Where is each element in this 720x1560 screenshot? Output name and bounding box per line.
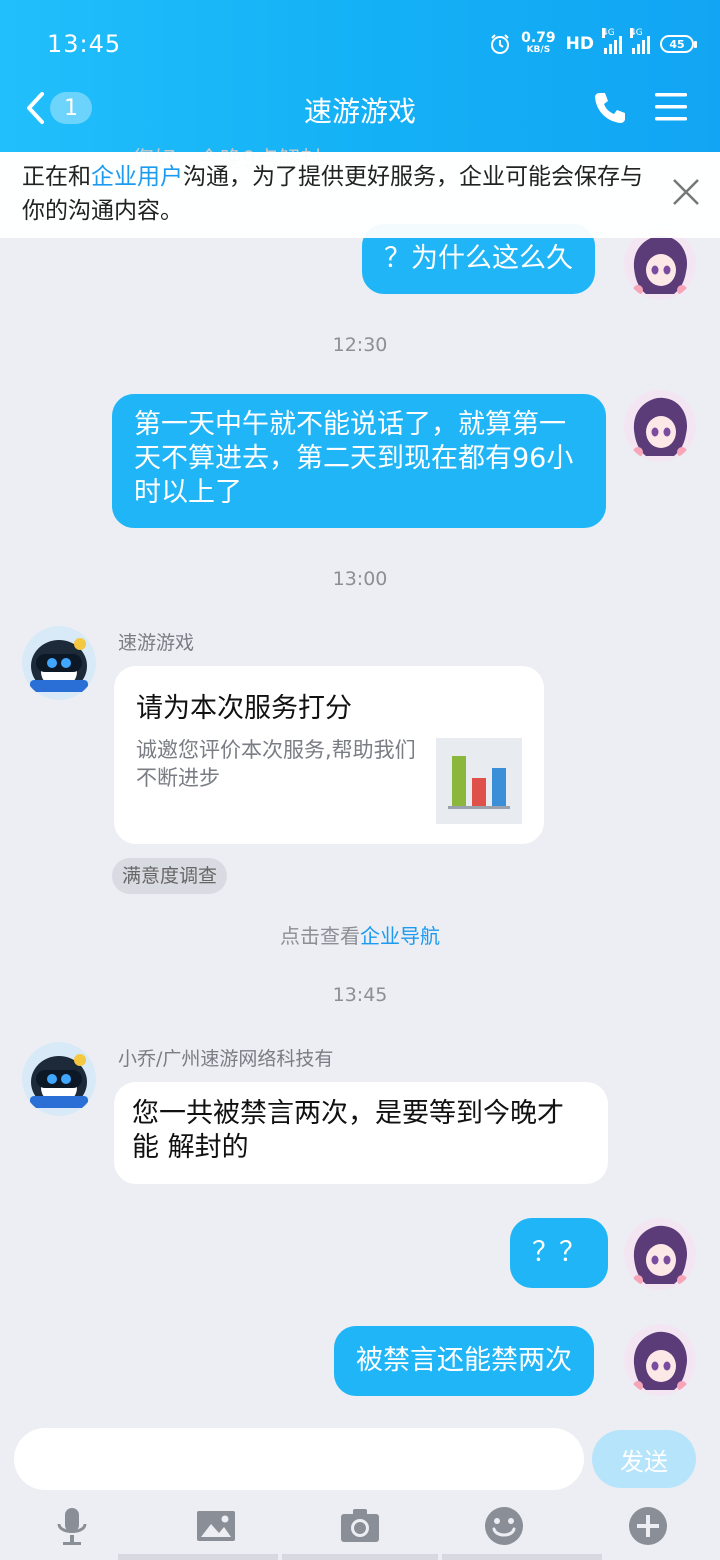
nav-bar: 1 速游游戏: [0, 78, 720, 138]
status-time: 13:45: [47, 30, 122, 58]
avatar[interactable]: [624, 1218, 696, 1290]
phone-icon[interactable]: [590, 88, 630, 128]
message-input[interactable]: [14, 1428, 584, 1490]
rating-card[interactable]: 请为本次服务打分 诚邀您评价本次服务,帮助我们不断进步: [114, 666, 544, 844]
company-avatar-image: [22, 626, 96, 700]
menu-icon[interactable]: [652, 90, 690, 124]
toolbar: [0, 1504, 720, 1548]
message-bubble-outgoing[interactable]: 第一天中午就不能说话了，就算第一天不算进去，第二天到现在都有96小时以上了: [112, 394, 606, 528]
back-button[interactable]: 1: [24, 88, 104, 128]
survey-tag[interactable]: 满意度调查: [112, 858, 228, 894]
status-icons: 0.79 KB/S HD 4G 4G 45: [489, 28, 697, 60]
sender-name: 小乔/广州速游网络科技有: [118, 1048, 334, 1070]
battery-level: 45: [669, 37, 685, 51]
sim2-label: 4G: [630, 28, 643, 38]
nav-prefix-text: 点击查看: [280, 924, 360, 948]
signal-2-icon: 4G: [630, 28, 650, 54]
card-title: 请为本次服务打分: [136, 693, 352, 724]
avatar[interactable]: [624, 1324, 696, 1396]
enterprise-nav-hint: 点击查看企业导航: [0, 920, 720, 949]
battery-icon: 45: [660, 35, 697, 53]
camera-icon[interactable]: [338, 1504, 382, 1548]
toolbar-divider: [282, 1554, 438, 1560]
notice-text: 正在和企业用户沟通，为了提供更好服务，企业可能会保存与你的沟通内容。: [22, 160, 652, 228]
toolbar-divider: [118, 1554, 278, 1560]
header: 13:45 0.79 KB/S HD 4G 4G 45 1 速游游戏: [0, 0, 720, 152]
avatar[interactable]: [624, 228, 696, 300]
message-text: ？？: [532, 1237, 586, 1268]
timestamp: 12:30: [332, 334, 388, 356]
message-text: ？为什么这么久: [384, 243, 573, 274]
sim1-label: 4G: [602, 28, 615, 38]
unread-count-badge: 1: [50, 92, 92, 124]
sender-name: 速游游戏: [118, 632, 195, 654]
emoji-icon[interactable]: [482, 1504, 526, 1548]
user-avatar-image: [624, 228, 696, 300]
back-chevron-icon: [27, 92, 44, 124]
image-icon[interactable]: [194, 1504, 238, 1548]
company-avatar-image: [22, 1042, 96, 1116]
chat-area[interactable]: ？为什么这么久 12:30 第一天中午就不能说话了，就算第一天不算进去，第二天到…: [0, 152, 720, 1412]
notice-text-before: 正在和: [22, 164, 91, 190]
message-bubble-incoming[interactable]: 您一共被禁言两次，是要等到今晚才能 解封的: [114, 1082, 608, 1184]
avatar[interactable]: [22, 1042, 96, 1116]
send-button[interactable]: 发送: [592, 1430, 696, 1488]
timestamp: 13:45: [332, 984, 388, 1006]
enterprise-nav-link[interactable]: 企业导航: [360, 924, 440, 948]
microphone-icon[interactable]: [50, 1504, 94, 1548]
net-speed: 0.79 KB/S: [521, 30, 556, 56]
message-text: 您一共被禁言两次，是要等到今晚才能 解封的: [132, 1098, 564, 1163]
avatar[interactable]: [624, 390, 696, 462]
bar-chart-icon: [436, 738, 522, 824]
input-bar: 发送: [0, 1412, 720, 1560]
message-text: 被禁言还能禁两次: [356, 1345, 572, 1376]
plus-icon[interactable]: [626, 1504, 670, 1548]
message-bubble-outgoing[interactable]: 被禁言还能禁两次: [334, 1326, 594, 1396]
hd-label: HD: [565, 34, 594, 54]
message-text: 第一天中午就不能说话了，就算第一天不算进去，第二天到现在都有96小时以上了: [134, 409, 574, 508]
user-avatar-image: [624, 1324, 696, 1396]
avatar[interactable]: [22, 626, 96, 700]
status-bar: 13:45 0.79 KB/S HD 4G 4G 45: [0, 28, 720, 62]
signal-1-icon: 4G: [602, 28, 622, 54]
toolbar-divider: [442, 1554, 602, 1560]
close-icon[interactable]: [670, 176, 702, 208]
timestamp: 13:00: [332, 568, 388, 590]
notice-highlight-link[interactable]: 企业用户: [91, 164, 183, 190]
user-avatar-image: [624, 1218, 696, 1290]
alarm-icon: [491, 34, 510, 54]
user-avatar-image: [624, 390, 696, 462]
privacy-notice-banner: 正在和企业用户沟通，为了提供更好服务，企业可能会保存与你的沟通内容。: [0, 152, 720, 238]
card-description: 诚邀您评价本次服务,帮助我们不断进步: [136, 738, 416, 790]
net-speed-value: 0.79: [521, 30, 556, 46]
message-bubble-outgoing[interactable]: ？？: [510, 1218, 608, 1288]
net-speed-unit: KB/S: [526, 45, 551, 55]
